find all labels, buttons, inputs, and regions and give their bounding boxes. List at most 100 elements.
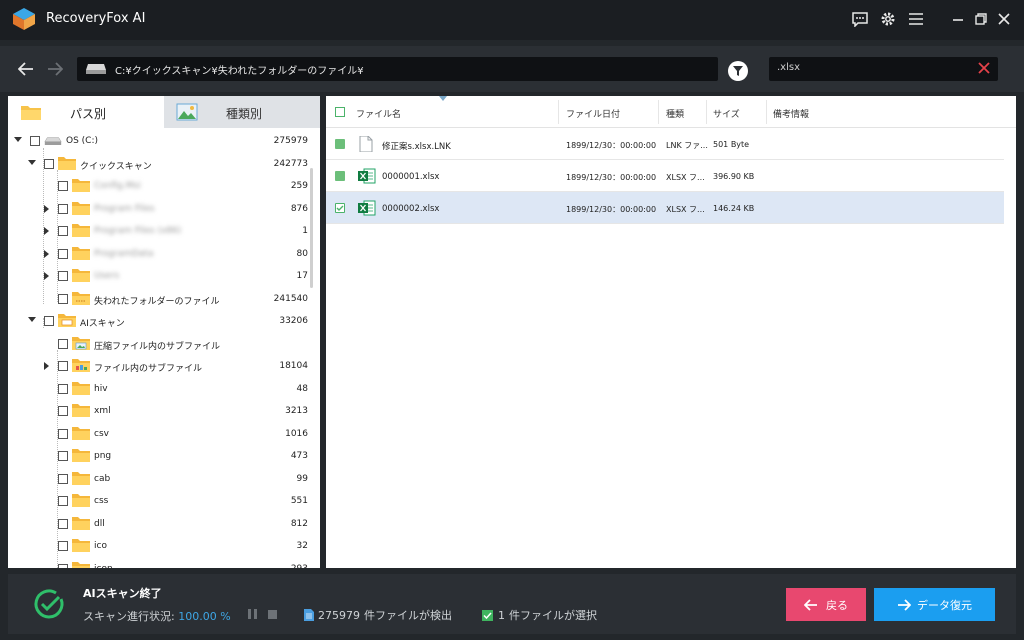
tree-row[interactable]: クイックスキャン 242773	[8, 153, 308, 175]
tree-row[interactable]: 圧縮ファイル内のサブファイル	[8, 333, 308, 355]
back-arrow-icon[interactable]	[15, 58, 37, 80]
tree-row[interactable]: css 551	[8, 490, 308, 512]
tree-row[interactable]: ファイル内のサブファイル 18104	[8, 355, 308, 377]
tree-checkbox[interactable]	[58, 293, 68, 304]
drive-icon	[86, 64, 106, 74]
column-date[interactable]: ファイル日付	[566, 107, 620, 120]
file-date: 1899/12/30：00:00:00	[566, 141, 657, 150]
tree-row[interactable]: hiv 48	[8, 378, 308, 400]
tree-checkbox[interactable]	[58, 361, 68, 371]
tree-row[interactable]: png 473	[8, 445, 308, 467]
tree-checkbox[interactable]	[58, 338, 68, 349]
tree-row[interactable]: Program Files (x86) 1	[8, 220, 308, 242]
column-divider[interactable]	[706, 100, 707, 124]
file-row[interactable]: 0000002.xlsx 1899/12/30：00:00:00 XLSX フ...…	[326, 192, 1004, 224]
tree-count: 1016	[285, 428, 308, 439]
tree-checkbox[interactable]	[58, 203, 68, 214]
tree-checkbox[interactable]	[58, 451, 68, 461]
tree-row[interactable]: OS (C:) 275979	[8, 130, 308, 152]
file-row[interactable]: 0000001.xlsx 1899/12/30：00:00:00 XLSX フ...…	[326, 160, 1004, 192]
tree-row[interactable]: cab 99	[8, 468, 308, 490]
column-size[interactable]: サイズ	[713, 107, 740, 120]
tree-row[interactable]: csv 1016	[8, 423, 308, 445]
excel-file-icon	[358, 200, 376, 216]
expand-arrow-icon[interactable]	[44, 362, 49, 370]
file-list-header: ファイル名 ファイル日付 種類 サイズ 備考情報	[326, 96, 1016, 128]
tree-label: css	[94, 496, 109, 506]
column-divider[interactable]	[558, 100, 559, 124]
tree-row[interactable]: Config.Msi 259	[8, 175, 308, 197]
tree-checkbox[interactable]	[44, 158, 54, 169]
stop-icon[interactable]	[268, 609, 277, 619]
tree-checkbox[interactable]	[30, 136, 40, 146]
expand-arrow-icon[interactable]	[44, 204, 49, 213]
tab-type[interactable]: 種類別	[164, 96, 320, 128]
pause-icon[interactable]	[248, 609, 257, 619]
forward-arrow-icon[interactable]	[44, 58, 66, 80]
filter-icon[interactable]	[728, 61, 748, 81]
feedback-icon[interactable]	[849, 8, 871, 30]
tree-checkbox[interactable]	[58, 496, 68, 506]
expand-arrow-icon[interactable]	[44, 249, 49, 258]
tree-row[interactable]: icon 293	[8, 558, 308, 568]
close-icon[interactable]	[993, 8, 1015, 30]
settings-gear-icon[interactable]	[877, 8, 899, 30]
tree-count: 99	[296, 473, 308, 484]
column-type[interactable]: 種類	[666, 107, 684, 120]
tree-row[interactable]: xml 3213	[8, 400, 308, 422]
collapse-arrow-icon[interactable]	[28, 159, 36, 165]
file-checkbox[interactable]	[335, 203, 345, 213]
file-type: LNK ファ...	[666, 141, 708, 150]
search-input[interactable]	[777, 62, 967, 73]
column-note[interactable]: 備考情報	[773, 107, 809, 120]
back-button[interactable]: 戻る	[786, 588, 866, 621]
column-divider[interactable]	[766, 100, 767, 124]
column-name[interactable]: ファイル名	[356, 107, 401, 120]
tree-row[interactable]: AIスキャン 33206	[8, 310, 308, 332]
tree-row[interactable]: dll 812	[8, 513, 308, 535]
tree-checkbox[interactable]	[58, 181, 68, 191]
restore-icon[interactable]	[970, 8, 992, 30]
tab-path[interactable]: パス別	[8, 96, 164, 128]
file-size: 146.24 KB	[713, 204, 755, 213]
search-box[interactable]	[769, 57, 998, 81]
column-divider[interactable]	[658, 100, 659, 124]
recover-button[interactable]: データ復元	[874, 588, 995, 621]
expand-arrow-icon[interactable]	[44, 227, 49, 235]
path-bar[interactable]: C:¥クイックスキャン¥失われたフォルダーのファイル¥	[77, 57, 718, 81]
clear-search-icon[interactable]	[976, 60, 992, 76]
menu-icon[interactable]	[905, 8, 927, 30]
tree-label: Users	[94, 271, 120, 281]
tree-scrollbar[interactable]	[310, 168, 313, 288]
tree-row[interactable]: ico 32	[8, 535, 308, 557]
collapse-arrow-icon[interactable]	[28, 317, 36, 322]
tree-label: クイックスキャン	[80, 161, 152, 172]
tree-checkbox[interactable]	[58, 248, 68, 259]
tree-checkbox[interactable]	[44, 316, 54, 326]
collapse-arrow-icon[interactable]	[14, 137, 22, 142]
file-checkbox[interactable]	[335, 139, 345, 149]
tree-checkbox[interactable]	[58, 271, 68, 281]
tree-label: 失われたフォルダーのファイル	[94, 296, 220, 307]
tree-row[interactable]: Users 17	[8, 265, 308, 287]
file-row[interactable]: 修正案s.xlsx.LNK 1899/12/30：00:00:00 LNK ファ..…	[326, 128, 1004, 160]
minimize-icon[interactable]	[947, 8, 969, 30]
file-checkbox[interactable]	[335, 171, 345, 181]
tree-checkbox[interactable]	[58, 518, 68, 529]
tree-checkbox[interactable]	[58, 383, 68, 394]
tree-row[interactable]: Program Files 876	[8, 198, 308, 220]
tree-checkbox[interactable]	[58, 563, 68, 568]
tree-checkbox[interactable]	[58, 406, 68, 416]
lnk-file-icon	[358, 135, 374, 153]
tree-checkbox[interactable]	[58, 428, 68, 439]
expand-arrow-icon[interactable]	[44, 272, 49, 280]
tree-row[interactable]: ProgramData 80	[8, 243, 308, 265]
file-name: 0000001.xlsx	[382, 172, 440, 182]
folder-icon	[58, 156, 76, 171]
tree-row[interactable]: 失われたフォルダーのファイル 241540	[8, 288, 308, 310]
tree-checkbox[interactable]	[58, 541, 68, 551]
tree-checkbox[interactable]	[58, 226, 68, 236]
tree-checkbox[interactable]	[58, 473, 68, 484]
sort-arrow-icon[interactable]	[439, 96, 447, 101]
select-all-checkbox[interactable]	[335, 107, 345, 117]
